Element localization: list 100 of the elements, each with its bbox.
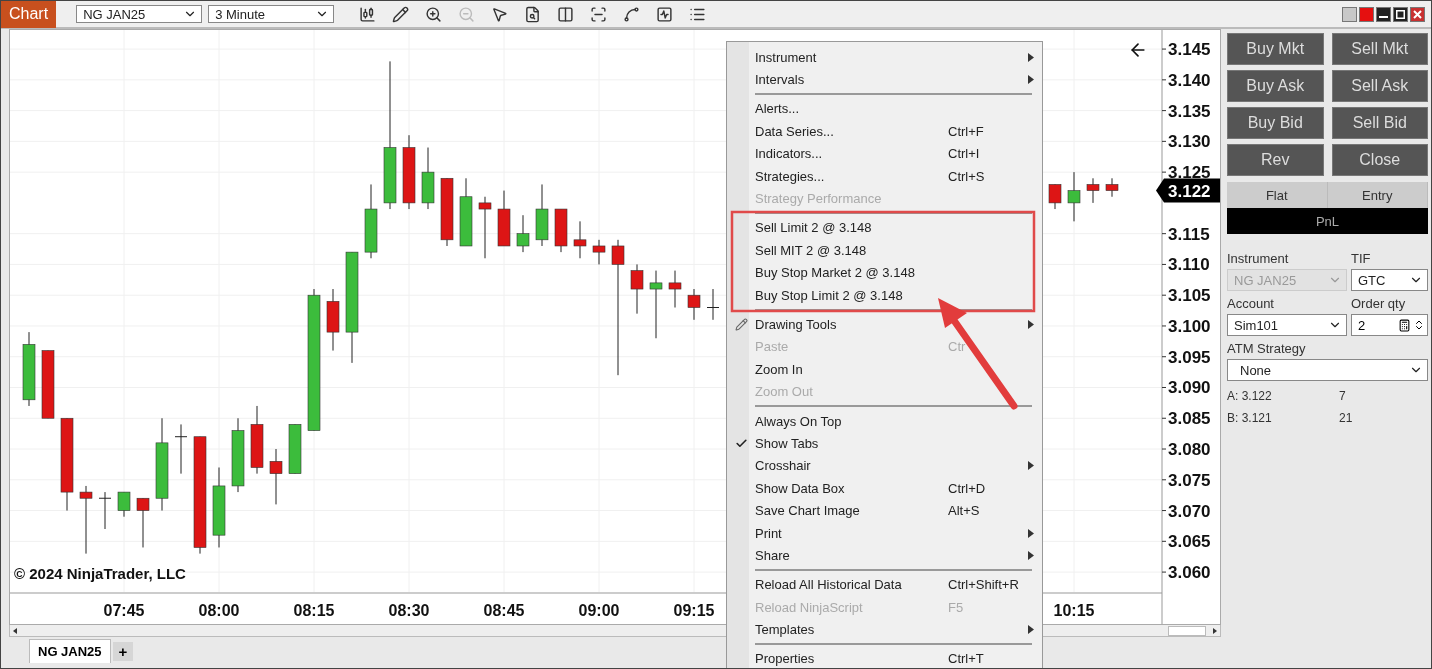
submenu-arrow-icon bbox=[1028, 550, 1034, 560]
menu-item[interactable]: Show Data Box Ctrl+D bbox=[727, 477, 1042, 500]
order-button[interactable]: Sell Bid bbox=[1331, 107, 1428, 139]
candlestick bbox=[421, 147, 435, 210]
link-button[interactable] bbox=[1359, 6, 1374, 22]
link-button[interactable] bbox=[1342, 6, 1357, 22]
price-tick-label: 3.090 bbox=[1168, 378, 1211, 398]
time-tick-label: 09:15 bbox=[673, 602, 715, 619]
candlestick bbox=[288, 423, 302, 475]
order-button[interactable]: Buy Bid bbox=[1227, 107, 1324, 139]
candlestick bbox=[630, 263, 644, 315]
minimize-button[interactable] bbox=[1376, 6, 1391, 22]
maximize-button[interactable] bbox=[1393, 6, 1408, 22]
order-button[interactable]: Buy Mkt bbox=[1227, 33, 1324, 65]
menu-item[interactable]: Strategies... Ctrl+S bbox=[727, 164, 1042, 188]
candlestick bbox=[668, 270, 682, 308]
menu-item[interactable]: Properties Ctrl+T bbox=[727, 647, 1042, 668]
account-select[interactable]: Sim101 bbox=[1227, 314, 1347, 336]
field-label: Instrument bbox=[1227, 250, 1290, 268]
menu-item[interactable]: Alerts... bbox=[727, 97, 1042, 121]
candlestick bbox=[535, 183, 549, 247]
interval-select[interactable]: 3 Minute bbox=[208, 5, 335, 23]
scroll-thumb[interactable] bbox=[1168, 625, 1206, 636]
candlestick bbox=[98, 491, 112, 530]
menu-item[interactable]: Indicators... Ctrl+I bbox=[727, 142, 1042, 165]
order-button[interactable]: Close bbox=[1331, 144, 1428, 176]
menu-item[interactable]: Sell Limit 2 @ 3.148 bbox=[727, 216, 1042, 240]
atm-strategy-select[interactable]: None bbox=[1227, 359, 1428, 381]
menu-item[interactable]: Always On Top bbox=[727, 409, 1042, 433]
menu-item[interactable]: Share bbox=[727, 544, 1042, 567]
price-tick-label: 3.110 bbox=[1168, 255, 1210, 275]
candlestick bbox=[478, 196, 492, 259]
candlestick bbox=[326, 288, 340, 352]
candlestick bbox=[497, 190, 511, 247]
candlestick bbox=[79, 485, 93, 555]
menu-item[interactable]: Buy Stop Market 2 @ 3.148 bbox=[727, 261, 1042, 284]
menu-item[interactable]: Buy Stop Limit 2 @ 3.148 bbox=[727, 283, 1042, 307]
order-button[interactable]: Sell Mkt bbox=[1331, 33, 1428, 65]
price-tick-label: 3.080 bbox=[1168, 440, 1211, 459]
candlestick bbox=[117, 491, 131, 518]
menu-item[interactable]: Intervals bbox=[727, 68, 1042, 91]
submenu-arrow-icon bbox=[1028, 52, 1034, 62]
app-title: Chart bbox=[1, 1, 57, 28]
candlestick bbox=[136, 497, 150, 548]
price-tick-label: 3.135 bbox=[1168, 101, 1211, 121]
order-button[interactable]: Buy Ask bbox=[1227, 70, 1324, 102]
price-tick-label: 3.145 bbox=[1168, 40, 1211, 60]
pnl-bar: PnL bbox=[1227, 208, 1428, 234]
quote-size: 7 bbox=[1339, 389, 1347, 403]
candlestick bbox=[459, 177, 473, 247]
quote-price: A: 3.122 bbox=[1227, 389, 1273, 403]
submenu-arrow-icon bbox=[1028, 625, 1034, 635]
candlestick-icon bbox=[359, 5, 377, 23]
column-header: Flat bbox=[1227, 182, 1328, 208]
menu-item[interactable]: Print bbox=[727, 521, 1042, 545]
candlestick bbox=[516, 214, 530, 253]
submenu-arrow-icon bbox=[1028, 528, 1034, 538]
menu-item[interactable]: Sell MIT 2 @ 3.148 bbox=[727, 239, 1042, 262]
menu-item[interactable]: Zoom In bbox=[727, 358, 1042, 381]
chart-square-icon bbox=[656, 5, 674, 23]
order-button[interactable]: Sell Ask bbox=[1331, 70, 1428, 102]
price-tick-label: 3.065 bbox=[1168, 532, 1211, 552]
check-icon bbox=[734, 436, 748, 450]
time-tick-label: 08:00 bbox=[198, 602, 240, 619]
menu-item[interactable]: Crosshair bbox=[727, 454, 1042, 478]
instrument-tab[interactable]: NG JAN25 bbox=[29, 639, 111, 663]
close-button[interactable] bbox=[1410, 6, 1425, 22]
price-tick-label: 3.115 bbox=[1168, 224, 1210, 244]
menu-item[interactable]: Reload All Historical Data Ctrl+Shift+R bbox=[727, 573, 1042, 596]
menu-item[interactable]: Templates bbox=[727, 618, 1042, 641]
pencil-icon bbox=[734, 318, 748, 331]
tif-select[interactable]: GTC bbox=[1351, 269, 1428, 291]
candlestick bbox=[573, 220, 587, 259]
time-tick-label: 07:45 bbox=[103, 602, 145, 619]
add-tab-button[interactable]: + bbox=[112, 642, 134, 661]
price-tick-label: 3.100 bbox=[1168, 316, 1211, 336]
menu-item[interactable]: Data Series... Ctrl+F bbox=[727, 120, 1042, 143]
candlestick bbox=[649, 270, 663, 339]
time-tick-label: 08:15 bbox=[293, 602, 335, 619]
instrument-select[interactable]: NG JAN25 bbox=[76, 5, 203, 23]
menu-item[interactable]: Instrument bbox=[727, 46, 1042, 69]
spinner-icon bbox=[1413, 319, 1425, 331]
candlestick bbox=[687, 288, 701, 321]
quantity-field[interactable]: 2 bbox=[1351, 314, 1428, 336]
order-button[interactable]: Rev bbox=[1227, 144, 1324, 176]
quote-price: B: 3.121 bbox=[1227, 411, 1273, 425]
columns-icon bbox=[557, 5, 575, 23]
submenu-arrow-icon bbox=[1028, 461, 1034, 471]
submenu-arrow-icon bbox=[1028, 320, 1034, 329]
menu-item[interactable]: Show Tabs bbox=[727, 432, 1042, 455]
pointer-icon bbox=[491, 5, 509, 23]
scan-icon bbox=[590, 5, 608, 23]
time-tick-label: 10:15 bbox=[1053, 602, 1095, 619]
field-label: Account bbox=[1227, 295, 1275, 313]
close-icon bbox=[1413, 9, 1422, 19]
candlestick bbox=[1086, 177, 1100, 204]
menu-item[interactable]: Drawing Tools bbox=[727, 313, 1042, 336]
price-tick-label: 3.130 bbox=[1168, 132, 1211, 152]
menu-item[interactable]: Save Chart Image Alt+S bbox=[727, 499, 1042, 522]
price-tick-label: 3.075 bbox=[1168, 470, 1211, 490]
